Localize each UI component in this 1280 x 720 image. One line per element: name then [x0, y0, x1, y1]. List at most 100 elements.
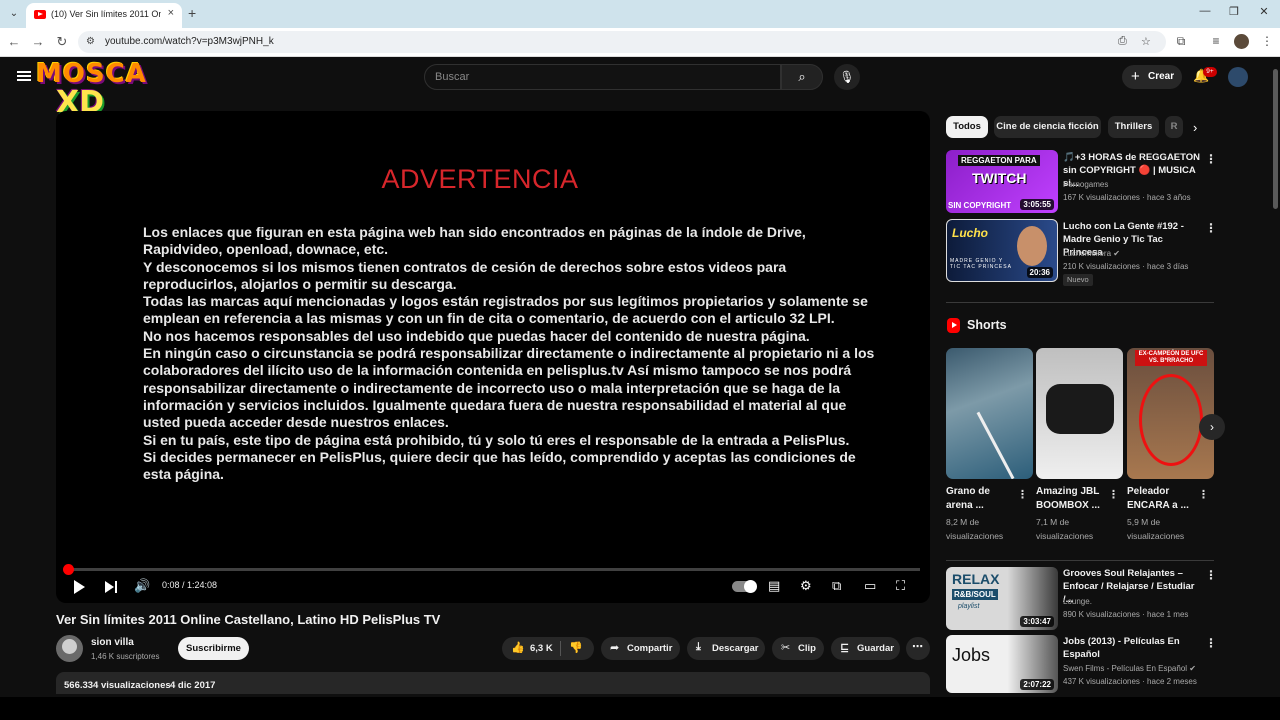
progress-scrubber[interactable] [63, 564, 74, 575]
rec-title[interactable]: Jobs (2013) - Películas En Español [1063, 635, 1203, 661]
thumb-text: REGGAETON PARA [958, 155, 1040, 166]
next-video-icon[interactable] [105, 581, 118, 593]
site-info-icon[interactable]: ⚙ [86, 36, 95, 47]
browser-tab[interactable]: (10) Ver Sin límites 2011 Online × [26, 3, 182, 28]
warning-body: Los enlaces que figuran en esta página w… [143, 224, 883, 483]
search-placeholder: Buscar [435, 71, 470, 83]
close-tab-icon[interactable]: × [168, 7, 174, 19]
install-app-icon[interactable]: ⎙ [1118, 35, 1127, 48]
rec-menu-icon[interactable]: ⋮ [1205, 568, 1217, 582]
tab-search-icon[interactable]: ⌄ [6, 6, 22, 22]
rec-menu-icon[interactable]: ⋮ [1205, 152, 1217, 166]
profile-avatar[interactable] [1234, 34, 1249, 49]
thumb-face [1017, 226, 1047, 266]
play-icon[interactable] [74, 580, 85, 594]
rec-thumbnail[interactable]: RELAX R&B/SOUL playlist 3:03:47 [946, 567, 1058, 630]
rec-menu-icon[interactable]: ⋮ [1205, 221, 1217, 235]
rec-thumbnail[interactable]: Lucho MADRE GENIO Y TIC TAC PRINCESA 20:… [946, 219, 1058, 282]
rec-thumbnail[interactable]: REGGAETON PARA TWITCH SIN COPYRIGHT 3:05… [946, 150, 1058, 213]
save-button[interactable]: ⊑ Guardar [831, 637, 900, 660]
shorts-next-button[interactable]: › [1199, 414, 1225, 440]
short-menu-icon[interactable]: ⋮ [1017, 488, 1028, 501]
back-icon[interactable]: ← [5, 34, 23, 49]
create-button[interactable]: + Crear [1122, 65, 1182, 89]
short-thumbnail[interactable]: EX-CAMPEÓN DE UFC VS. B*RRACHO [1127, 348, 1214, 479]
short-thumbnail[interactable] [1036, 348, 1123, 479]
restore-icon[interactable]: ❐ [1224, 5, 1244, 18]
theater-mode-icon[interactable]: ▭ [864, 578, 876, 596]
short-menu-icon[interactable]: ⋮ [1108, 488, 1119, 501]
subscribe-button[interactable]: Suscribirme [178, 637, 249, 660]
rec-channel[interactable]: Swen Films - Películas En Español ✔ [1063, 664, 1196, 673]
video-player[interactable]: ADVERTENCIA Los enlaces que figuran en e… [56, 111, 930, 603]
clip-button[interactable]: ✂ Clip [772, 637, 824, 660]
close-window-icon[interactable]: ✕ [1254, 5, 1274, 18]
reload-icon[interactable]: ↻ [53, 34, 71, 50]
chip-partial[interactable]: R [1165, 116, 1183, 138]
omnibox[interactable]: ⚙ youtube.com/watch?v=p3M3wjPNH_k ⎙ ☆ [78, 31, 1166, 53]
thumb-text: RELAX [952, 571, 1000, 587]
short-thumbnail[interactable] [946, 348, 1033, 479]
volume-icon[interactable]: 🔊 [134, 578, 150, 596]
chevron-right-icon[interactable]: › [1193, 120, 1197, 135]
more-actions-button[interactable]: ⋯ [906, 637, 930, 660]
like-count[interactable]: 6,3 K [530, 643, 553, 654]
bookmark-star-icon[interactable]: ☆ [1141, 35, 1151, 48]
new-tab-icon[interactable]: + [188, 5, 196, 21]
search-input[interactable]: Buscar [424, 64, 781, 90]
verified-icon: ✔ [1113, 249, 1120, 258]
settings-gear-icon[interactable]: ⚙ [800, 578, 812, 596]
hamburger-menu-icon[interactable] [17, 71, 31, 81]
menu-dots-icon[interactable]: ⋮ [1258, 34, 1276, 48]
section-divider [946, 560, 1214, 561]
extensions-icon[interactable]: ⧉ [1172, 34, 1190, 49]
rec-thumbnail[interactable]: Jobs 2:07:22 [946, 635, 1058, 693]
forward-icon[interactable]: → [29, 34, 47, 49]
scrollbar-thumb[interactable] [1273, 69, 1278, 209]
warning-paragraph: Todas las marcas aquí mencionadas y logo… [143, 293, 868, 327]
chip-scifi[interactable]: Cine de ciencia ficción [994, 116, 1101, 138]
rec-channel[interactable]: LuchoMellera ✔ [1063, 249, 1120, 258]
thumb-text: playlist [958, 603, 980, 610]
short-menu-icon[interactable]: ⋮ [1198, 488, 1209, 501]
short-views: 5,9 M de visualizaciones [1127, 517, 1185, 541]
progress-bar[interactable] [63, 564, 920, 575]
youtube-favicon-icon [34, 10, 46, 19]
short-title[interactable]: Grano de arena ... [946, 485, 1016, 513]
download-button[interactable]: ⤓ Descargar [687, 637, 765, 660]
rec-channel[interactable]: Pernogames [1063, 180, 1108, 189]
channel-avatar[interactable] [56, 635, 83, 662]
account-avatar[interactable] [1228, 67, 1248, 87]
rec-menu-icon[interactable]: ⋮ [1205, 636, 1217, 650]
short-title[interactable]: Amazing JBL BOOMBOX ... [1036, 485, 1106, 513]
autoplay-toggle[interactable] [732, 580, 757, 593]
shorts-icon [947, 318, 960, 333]
rec-channel[interactable]: Lounge. [1063, 597, 1092, 606]
view-count: 566.334 visualizaciones [64, 680, 171, 691]
thumb-text: MADRE GENIO Y TIC TAC PRINCESA [950, 258, 1012, 270]
fullscreen-icon[interactable]: ⛶ [896, 578, 905, 596]
chip-all[interactable]: Todos [946, 116, 988, 138]
scissors-icon: ✂ [781, 642, 791, 654]
duration-badge: 2:07:22 [1020, 679, 1054, 690]
dislike-icon[interactable]: 👎 [569, 641, 583, 654]
subtitles-icon[interactable]: ▤ [768, 578, 780, 596]
short-title[interactable]: Peleador ENCARA a ... [1127, 485, 1197, 513]
chip-thrillers[interactable]: Thrillers [1108, 116, 1159, 138]
warning-paragraph: Y desconocemos si los mismos tienen cont… [143, 258, 787, 292]
section-divider [946, 302, 1214, 303]
miniplayer-icon[interactable]: ⧉ [832, 578, 841, 596]
share-button[interactable]: ➦ Compartir [601, 637, 680, 660]
page-scrollbar[interactable] [1271, 57, 1280, 697]
url-text[interactable]: youtube.com/watch?v=p3M3wjPNH_k [105, 36, 274, 47]
search-button[interactable]: ⌕ [781, 64, 823, 90]
minimize-icon[interactable]: — [1195, 5, 1215, 17]
media-controls-icon[interactable]: ≡ [1207, 34, 1225, 48]
like-icon[interactable]: 👍 [511, 641, 525, 654]
voice-search-button[interactable]: 🎙 [834, 64, 860, 90]
description-box[interactable]: 566.334 visualizaciones 4 dic 2017 [56, 672, 930, 694]
thumb-circle [1139, 374, 1203, 466]
warning-title: ADVERTENCIA [381, 164, 579, 194]
like-divider [560, 641, 561, 656]
channel-name[interactable]: sion villa [91, 637, 134, 648]
